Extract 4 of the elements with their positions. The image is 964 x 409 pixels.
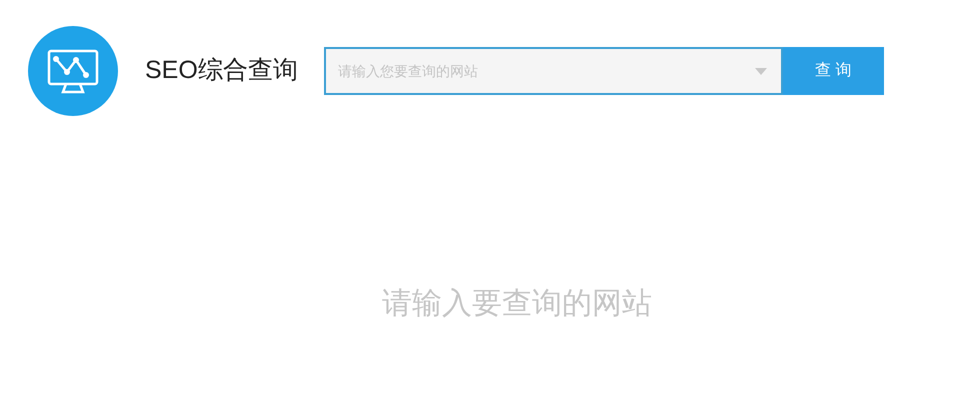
dropdown-caret-icon xyxy=(754,68,767,75)
app-title: SEO综合查询 xyxy=(145,55,298,86)
query-button[interactable]: 查 询 xyxy=(782,47,884,95)
empty-state-message: 请输入要查询的网站 xyxy=(382,286,652,322)
